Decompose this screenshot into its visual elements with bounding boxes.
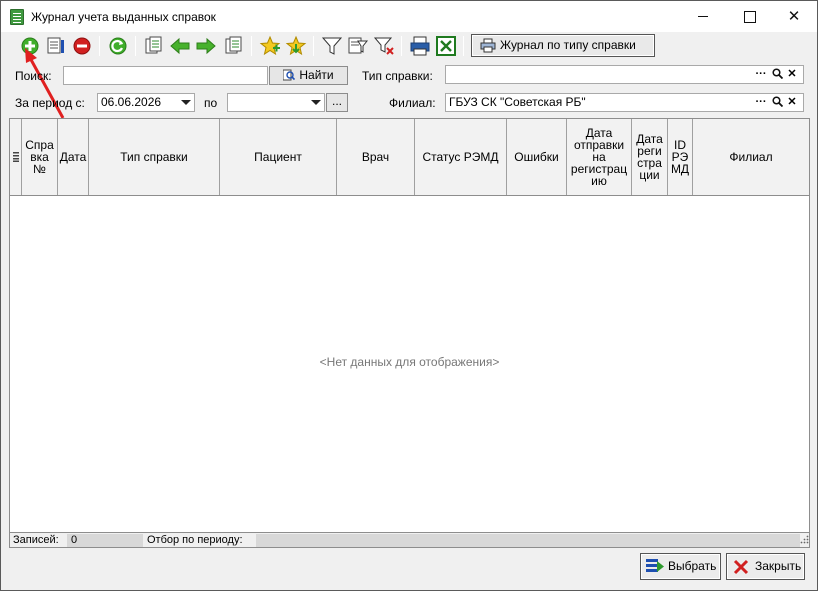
find-button[interactable]: Найти — [269, 66, 348, 85]
title-bar: Журнал учета выданных справок ✕ — [1, 1, 817, 32]
ellipsis-icon[interactable]: ··· — [755, 68, 767, 81]
column-header-errors[interactable]: Ошибки — [507, 119, 567, 195]
column-header-doctor[interactable]: Врач — [337, 119, 415, 195]
dropdown-arrow-icon[interactable] — [311, 100, 321, 105]
search-icon[interactable] — [771, 68, 783, 81]
clear-icon[interactable]: ✕ — [786, 96, 798, 109]
delete-icon[interactable] — [71, 35, 93, 57]
period-filter-label: Отбор по периоду: — [147, 534, 243, 546]
column-header-remd-status[interactable]: Статус РЭМД — [415, 119, 507, 195]
find-icon — [282, 69, 296, 81]
printer-icon — [480, 38, 496, 60]
arrow-right-icon[interactable] — [195, 35, 217, 57]
cert-type-label: Тип справки: — [362, 69, 433, 83]
column-header-remd-id[interactable]: ID РЭ МД — [668, 119, 693, 195]
select-button[interactable]: Выбрать — [640, 553, 721, 580]
maximize-button[interactable] — [726, 1, 772, 32]
dropdown-arrow-icon[interactable] — [181, 100, 191, 105]
column-header-patient[interactable]: Пациент — [220, 119, 337, 195]
period-to-input[interactable] — [227, 93, 325, 112]
star-add-icon[interactable] — [259, 35, 281, 57]
branch-label: Филиал: — [389, 96, 436, 110]
select-icon — [646, 558, 664, 585]
cert-type-input[interactable]: ··· ✕ — [445, 65, 804, 84]
records-label: Записей: — [13, 534, 59, 546]
close-button[interactable]: Закрыть — [726, 553, 805, 580]
filter-clear-icon[interactable] — [373, 35, 395, 57]
close-x-icon — [733, 559, 749, 584]
period-to-label: по — [204, 96, 218, 110]
column-chooser-icon[interactable] — [10, 119, 22, 195]
period-from-label: За период с: — [15, 96, 85, 110]
period-from-input[interactable]: 06.06.2026 — [97, 93, 195, 112]
journal-by-type-button[interactable]: Журнал по типу справки — [471, 34, 655, 57]
main-window: Журнал учета выданных справок ✕ Журнал п… — [0, 0, 818, 591]
filter-edit-icon[interactable] — [347, 35, 369, 57]
journal-icon — [10, 9, 24, 25]
window-title: Журнал учета выданных справок — [31, 10, 216, 24]
minimize-button[interactable] — [680, 1, 726, 32]
column-header-registration-date[interactable]: Дата реги стра ции — [632, 119, 668, 195]
star-down-icon[interactable] — [285, 35, 307, 57]
ellipsis-icon[interactable]: ··· — [755, 96, 767, 109]
refresh-icon[interactable] — [107, 35, 129, 57]
records-count: 0 — [71, 534, 78, 546]
arrow-left-icon[interactable] — [169, 35, 191, 57]
clear-icon[interactable]: ✕ — [786, 68, 798, 81]
close-window-button[interactable]: ✕ — [771, 1, 817, 32]
grid-header: Спра вка № Дата Тип справки Пациент Врач… — [10, 119, 809, 196]
size-grip-icon[interactable] — [800, 535, 809, 544]
period-picker-button[interactable]: ... — [326, 93, 348, 112]
copy-icon[interactable] — [143, 35, 165, 57]
certificates-grid: Спра вка № Дата Тип справки Пациент Врач… — [9, 118, 810, 533]
print-icon[interactable] — [409, 35, 431, 57]
copy2-icon[interactable] — [223, 35, 245, 57]
search-input[interactable] — [63, 66, 268, 85]
column-header-cert-type[interactable]: Тип справки — [89, 119, 220, 195]
column-header-branch[interactable]: Филиал — [693, 119, 809, 195]
excel-icon[interactable] — [435, 35, 457, 57]
branch-input[interactable]: ГБУЗ СК "Советская РБ" ··· ✕ — [445, 93, 804, 112]
status-bar: Записей: 0 Отбор по периоду: — [9, 533, 810, 548]
column-header-date[interactable]: Дата — [58, 119, 89, 195]
column-header-cert-number[interactable]: Спра вка № — [22, 119, 58, 195]
toolbar: Журнал по типу справки — [9, 33, 809, 59]
column-header-sent-date[interactable]: Дата отправки на регистрац ию — [567, 119, 632, 195]
search-label: Поиск: — [15, 69, 52, 83]
filter-icon[interactable] — [321, 35, 343, 57]
empty-grid-message: <Нет данных для отображения> — [319, 355, 500, 369]
search-icon[interactable] — [771, 96, 783, 109]
